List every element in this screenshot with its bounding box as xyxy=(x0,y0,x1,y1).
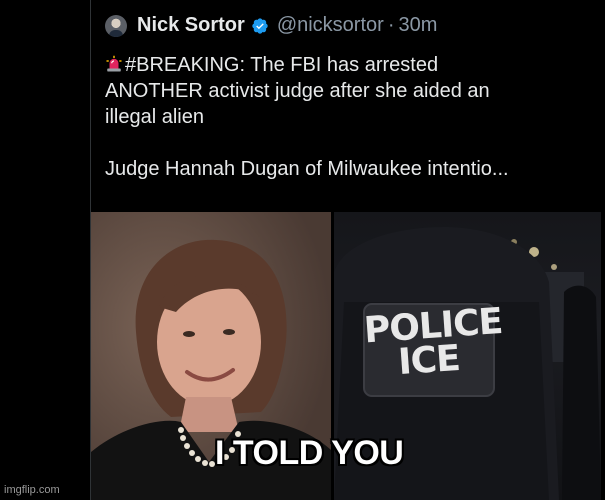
meme-caption: I TOLD YOU xyxy=(215,434,404,472)
tweet-line-3: illegal alien xyxy=(105,106,204,128)
rotating-light-icon xyxy=(106,55,122,72)
tweet-line-1-text: #BREAKING: The FBI has arrested xyxy=(125,54,439,76)
tweet-line-2: ANOTHER activist judge after she aided a… xyxy=(105,80,490,102)
vest-patch-text: POLICE ICE xyxy=(363,301,504,383)
tweet-line-4[interactable]: Judge Hannah Dugan of Milwaukee intentio… xyxy=(105,156,595,182)
tweet-header: Nick Sortor @nicksortor · 30m xyxy=(105,14,437,37)
display-name[interactable]: Nick Sortor xyxy=(137,14,245,37)
imgflip-watermark[interactable]: imgflip.com xyxy=(4,484,60,496)
separator-dot: · xyxy=(387,14,395,36)
meme-canvas: Nick Sortor @nicksortor · 30m #BREAKING:… xyxy=(0,0,605,500)
tweet-card[interactable]: Nick Sortor @nicksortor · 30m #BREAKING:… xyxy=(90,0,601,500)
verified-badge-icon xyxy=(252,17,268,34)
timestamp[interactable]: 30m xyxy=(398,14,437,37)
tweet-line-1: #BREAKING: The FBI has arrested xyxy=(105,52,595,78)
avatar[interactable] xyxy=(105,14,127,37)
user-handle[interactable]: @nicksortor xyxy=(277,14,384,37)
tweet-text: #BREAKING: The FBI has arrested ANOTHER … xyxy=(105,52,595,182)
